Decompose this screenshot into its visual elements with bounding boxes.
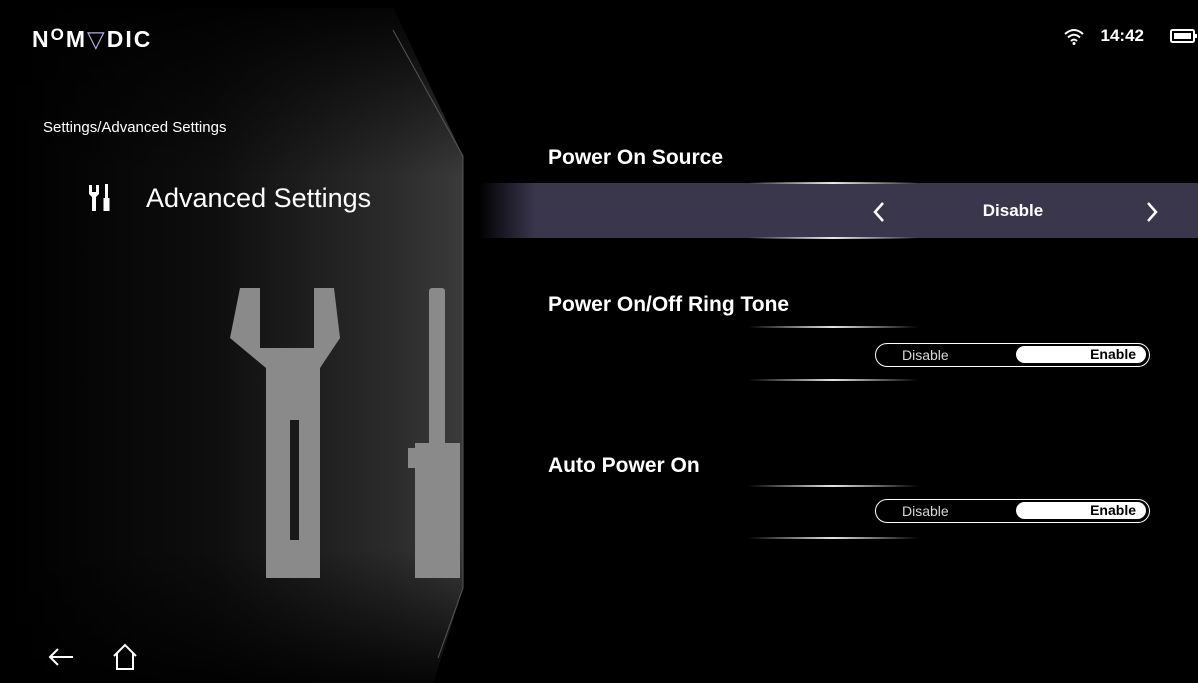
page-title: Advanced Settings bbox=[146, 182, 372, 213]
home-button[interactable] bbox=[110, 640, 140, 674]
chevron-right-icon[interactable] bbox=[1143, 200, 1161, 224]
power-on-source-value: Disable bbox=[982, 201, 1044, 220]
row-divider bbox=[748, 182, 918, 184]
app-frame: NOM▽DIC Settings/Advanced Settings Advan… bbox=[8, 8, 1198, 683]
chevron-left-icon[interactable] bbox=[870, 200, 888, 224]
row-divider bbox=[748, 485, 918, 487]
section-title: Advanced Settings bbox=[88, 181, 371, 215]
home-icon bbox=[113, 643, 137, 670]
row-divider bbox=[748, 326, 918, 328]
ring-tone-toggle[interactable]: Disable Enable bbox=[875, 343, 1150, 367]
back-button[interactable] bbox=[46, 640, 76, 674]
row-divider bbox=[748, 537, 918, 539]
status-bar: 14:42 bbox=[1063, 24, 1198, 48]
left-panel: NOM▽DIC Settings/Advanced Settings Advan… bbox=[8, 8, 478, 683]
toggle-option-enable[interactable]: Enable bbox=[1016, 502, 1146, 519]
auto-power-on-toggle[interactable]: Disable Enable bbox=[875, 499, 1150, 523]
setting-label-power-on-source: Power On Source bbox=[548, 146, 724, 169]
tools-icon bbox=[89, 184, 110, 211]
nomvdic-logo: NOM▽DIC bbox=[32, 25, 153, 52]
tools-illustration-icon bbox=[230, 288, 460, 578]
setting-label-ring-tone: Power On/Off Ring Tone bbox=[548, 293, 790, 316]
back-arrow-icon bbox=[48, 648, 73, 666]
toggle-option-disable[interactable]: Disable bbox=[902, 347, 949, 363]
clock: 14:42 bbox=[1100, 26, 1144, 45]
setting-row-power-on-source[interactable] bbox=[478, 183, 1198, 238]
battery-icon bbox=[1170, 29, 1197, 43]
toggle-option-disable[interactable]: Disable bbox=[902, 503, 949, 519]
toggle-option-enable[interactable]: Enable bbox=[1016, 346, 1146, 363]
row-divider bbox=[748, 379, 918, 381]
setting-label-auto-power-on: Auto Power On bbox=[548, 454, 700, 477]
breadcrumb: Settings/Advanced Settings bbox=[43, 119, 227, 136]
wifi-icon bbox=[1063, 29, 1084, 45]
row-divider bbox=[748, 237, 918, 239]
